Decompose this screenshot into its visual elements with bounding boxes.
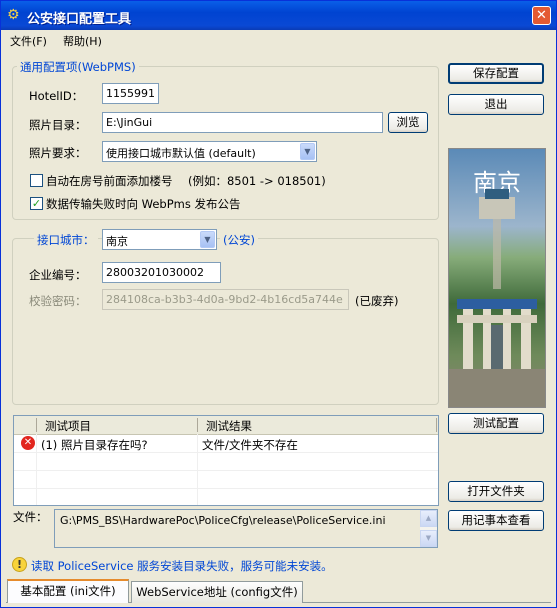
file-path-textarea[interactable]: G:\PMS_BS\HardwarePoc\PoliceCfg\release\… <box>54 509 438 548</box>
table-row <box>14 453 438 471</box>
file-label: 文件： <box>13 510 48 524</box>
table-row <box>14 471 438 489</box>
city-photo: 南京 <box>448 148 546 408</box>
publish-notice-checkbox[interactable]: ✓ <box>30 197 43 210</box>
photo-dir-label: 照片目录： <box>29 118 87 132</box>
auto-floor-label: 自动在房号前面添加楼号 <box>46 174 173 188</box>
status-message: 读取 PoliceService 服务安装目录失败，服务可能未安装。 <box>31 559 333 573</box>
save-button[interactable]: 保存配置 <box>448 63 544 84</box>
notepad-button[interactable]: 用记事本查看 <box>448 510 544 531</box>
publish-notice-label: 数据传输失败时向 WebPms 发布公告 <box>46 197 241 211</box>
scrollbar[interactable]: ▲ ▼ <box>420 510 437 547</box>
city-select[interactable]: 南京 ▼ <box>102 229 217 250</box>
hotel-id-input[interactable]: 1155991 <box>102 83 159 104</box>
general-settings-legend: 通用配置项(WebPMS) <box>17 59 139 75</box>
open-folder-button[interactable]: 打开文件夹 <box>448 481 544 502</box>
gate-illustration <box>449 189 545 407</box>
close-icon: ✕ <box>536 8 547 23</box>
verify-label: 校验密码： <box>29 294 87 308</box>
menu-help[interactable]: 帮助(H) <box>63 33 102 49</box>
company-no-label: 企业编号： <box>29 268 87 282</box>
column-test-result[interactable]: 测试结果 <box>206 418 252 434</box>
list-header: 测试项目 测试结果 <box>14 416 438 435</box>
file-path: G:\PMS_BS\HardwarePoc\PoliceCfg\release\… <box>60 514 386 527</box>
table-row[interactable]: ✕ (1) 照片目录存在吗? 文件/文件夹不存在 <box>14 435 438 453</box>
tab-webservice-address[interactable]: WebService地址 (config文件) <box>131 581 303 603</box>
menu-file[interactable]: 文件(F) <box>10 33 47 49</box>
hotel-id-label: HotelID： <box>29 89 84 103</box>
column-test-item[interactable]: 测试项目 <box>45 418 91 434</box>
app-gear-icon: ⚙ <box>7 7 20 23</box>
row-item: (1) 照片目录存在吗? <box>41 438 148 452</box>
header-separator <box>436 418 437 432</box>
photo-dir-input[interactable]: E:\JinGui <box>102 112 383 133</box>
chevron-down-icon[interactable]: ▼ <box>200 231 215 248</box>
company-no-input[interactable]: 28003201030002 <box>102 262 221 283</box>
chevron-down-icon[interactable]: ▼ <box>300 143 315 160</box>
scroll-down-icon[interactable]: ▼ <box>420 530 437 547</box>
city-value: 南京 <box>106 235 128 248</box>
scroll-up-icon[interactable]: ▲ <box>420 510 437 527</box>
photo-req-value: 使用接口城市默认值 (default) <box>106 147 256 160</box>
error-icon: ✕ <box>21 436 35 450</box>
verify-input: 284108ca-b3b3-4d0a-9bd2-4b16cd5a744e <box>102 289 349 310</box>
test-button[interactable]: 测试配置 <box>448 413 544 434</box>
window-title: 公安接口配置工具 <box>27 12 132 27</box>
title-bar[interactable]: ⚙ 公安接口配置工具 ✕ <box>1 1 556 30</box>
browse-button[interactable]: 浏览 <box>388 112 428 133</box>
auto-floor-checkbox[interactable] <box>30 174 43 187</box>
auto-floor-example: (例如：8501 -> 018501) <box>188 174 326 188</box>
app-window: ⚙ 公安接口配置工具 ✕ 文件(F) 帮助(H) 通用配置项(WebPMS) H… <box>0 0 557 608</box>
close-button[interactable]: ✕ <box>532 6 551 25</box>
header-separator <box>197 418 198 432</box>
row-result: 文件/文件夹不存在 <box>202 438 298 452</box>
photo-req-label: 照片要求： <box>29 146 87 160</box>
deprecated-label: (已废弃) <box>355 294 399 308</box>
warning-icon: ! <box>12 557 27 572</box>
menu-bar: 文件(F) 帮助(H) <box>1 30 556 50</box>
test-results-list[interactable]: 测试项目 测试结果 ✕ (1) 照片目录存在吗? 文件/文件夹不存在 <box>13 415 439 506</box>
city-legend: 接口城市： <box>34 232 98 248</box>
police-tag: (公安) <box>220 232 258 248</box>
exit-button[interactable]: 退出 <box>448 94 544 115</box>
tab-basic-config[interactable]: 基本配置 (ini文件) <box>7 579 129 603</box>
photo-req-select[interactable]: 使用接口城市默认值 (default) ▼ <box>102 141 317 162</box>
header-separator <box>36 418 37 432</box>
city-group <box>12 238 439 405</box>
checkmark-icon: ✓ <box>31 197 42 210</box>
